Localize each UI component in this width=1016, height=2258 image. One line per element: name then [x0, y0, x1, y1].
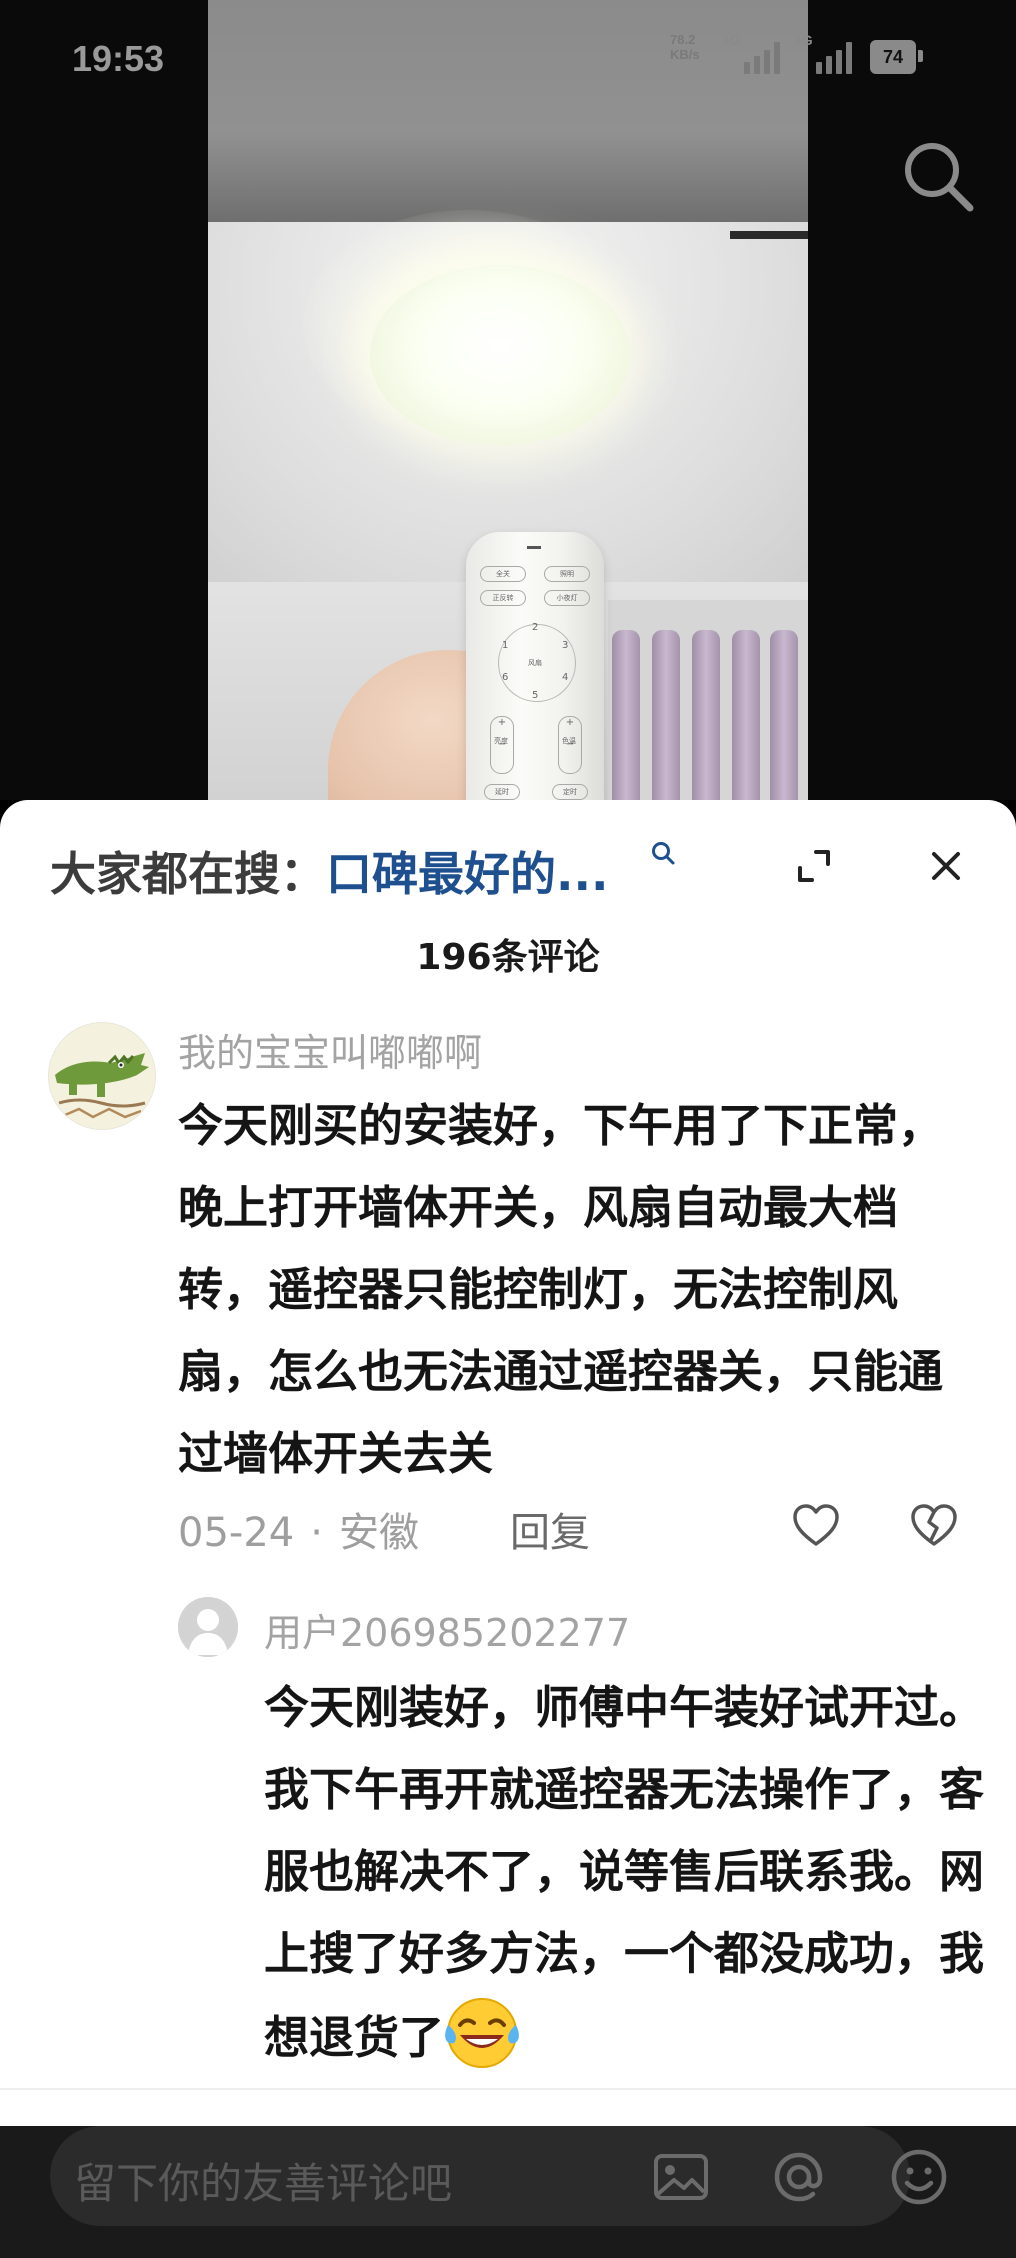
remote-button: 照明: [544, 566, 590, 582]
remote-button: 风扇: [528, 659, 542, 667]
reply-button[interactable]: 回复: [510, 1500, 590, 1558]
sim1-label: 4G: [722, 32, 741, 48]
comment-meta: 05-24 · 安徽: [178, 1500, 419, 1558]
video-player[interactable]: 全关 照明 正反转 小夜灯 2 1 3 6 4 5 风扇 + − 亮度 + − 色温…: [0, 0, 1016, 800]
sim2-label: 4G: [794, 32, 813, 48]
remote-button: 全关: [480, 566, 526, 582]
signal-icon: 4G: [788, 30, 860, 78]
network-speed: 78.2 KB/s: [670, 32, 720, 62]
status-indicators: 78.2 KB/s 4G 4G 74: [670, 30, 950, 80]
hot-search-query[interactable]: 口碑最好的...: [326, 847, 608, 901]
curtain: [732, 630, 760, 800]
heart-like-icon[interactable]: [790, 1500, 842, 1552]
remote-number: 4: [562, 672, 569, 683]
meta-separator: ·: [310, 1510, 323, 1556]
avatar[interactable]: [178, 1597, 238, 1657]
battery-level: 74: [882, 47, 904, 67]
small-search-icon[interactable]: [650, 840, 676, 866]
remote-number: 5: [532, 690, 539, 701]
remote-button: 小夜灯: [544, 590, 590, 606]
video-frame[interactable]: 全关 照明 正反转 小夜灯 2 1 3 6 4 5 风扇 + − 亮度 + − 色温…: [208, 0, 808, 800]
expand-icon[interactable]: [790, 842, 838, 890]
comment-input-bar: 留下你的友善评论吧: [0, 2126, 1016, 2258]
reply-text-body: 今天刚装好，师傅中午装好试开过。我下午再开就遥控器无法操作了，客服也解决不了，说…: [264, 1681, 985, 2064]
battery-tip: [918, 50, 923, 62]
broken-heart-dislike-icon[interactable]: [908, 1500, 960, 1552]
battery-icon: 74: [870, 40, 916, 74]
curtain: [770, 630, 798, 800]
curtain: [612, 630, 640, 800]
comment-text: 今天刚买的安装好，下午用了下正常，晚上打开墙体开关，风扇自动最大档转，遥控器只能…: [178, 1099, 944, 1480]
status-time: 19:53: [72, 38, 165, 79]
crocodile-avatar-icon: [49, 1023, 155, 1129]
remote-button: 色温: [562, 737, 576, 745]
video-progress-indicator: [730, 231, 808, 239]
comment-username[interactable]: 我的宝宝叫嘟嘟啊: [178, 1022, 482, 1077]
remote-control: 全关 照明 正反转 小夜灯 2 1 3 6 4 5 风扇 + − 亮度 + − 色温…: [466, 532, 604, 800]
avatar[interactable]: [48, 1022, 156, 1130]
remote-button: 定时: [552, 784, 588, 800]
image-icon[interactable]: [650, 2146, 712, 2208]
search-icon[interactable]: [900, 138, 976, 214]
curtain: [652, 630, 680, 800]
curtain: [692, 630, 720, 800]
laughing-crying-emoji-icon: [445, 1998, 519, 2068]
remote-button: 亮度: [494, 737, 508, 745]
comment-input-placeholder[interactable]: 留下你的友善评论吧: [74, 2150, 452, 2211]
remote-button: 正反转: [480, 590, 526, 606]
remote-number: 6: [502, 672, 509, 683]
close-icon[interactable]: [922, 842, 970, 890]
comment-date: 05-24: [178, 1510, 295, 1556]
comment-count-title: 196条评论: [416, 937, 600, 978]
hot-search-bar[interactable]: 大家都在搜：口碑最好的...: [50, 838, 608, 904]
divider: [0, 2088, 1016, 2090]
comments-sheet: 大家都在搜：口碑最好的... 196条评论 我的宝宝叫嘟嘟啊 今天刚买的安装好，…: [0, 800, 1016, 2126]
default-user-icon: [178, 1597, 238, 1657]
emoji-icon[interactable]: [888, 2146, 950, 2208]
remote-number: 1: [502, 640, 509, 651]
network-speed-unit: KB/s: [670, 47, 700, 62]
at-mention-icon[interactable]: [768, 2146, 830, 2208]
reply-text: 今天刚装好，师傅中午装好试开过。我下午再开就遥控器无法操作了，客服也解决不了，说…: [264, 1667, 984, 2079]
remote-indicator: [527, 546, 541, 549]
network-speed-value: 78.2: [670, 32, 696, 47]
hot-search-prefix: 大家都在搜：: [50, 847, 326, 901]
signal-icon: 4G: [722, 30, 794, 78]
remote-number: 2: [532, 622, 539, 633]
remote-number: 3: [562, 640, 569, 651]
reply-username[interactable]: 用户206985202277: [264, 1602, 630, 1657]
ceiling-fan-lamp: [370, 265, 630, 445]
remote-button: 延时: [484, 784, 520, 800]
comment-location: 安徽: [338, 1510, 419, 1556]
